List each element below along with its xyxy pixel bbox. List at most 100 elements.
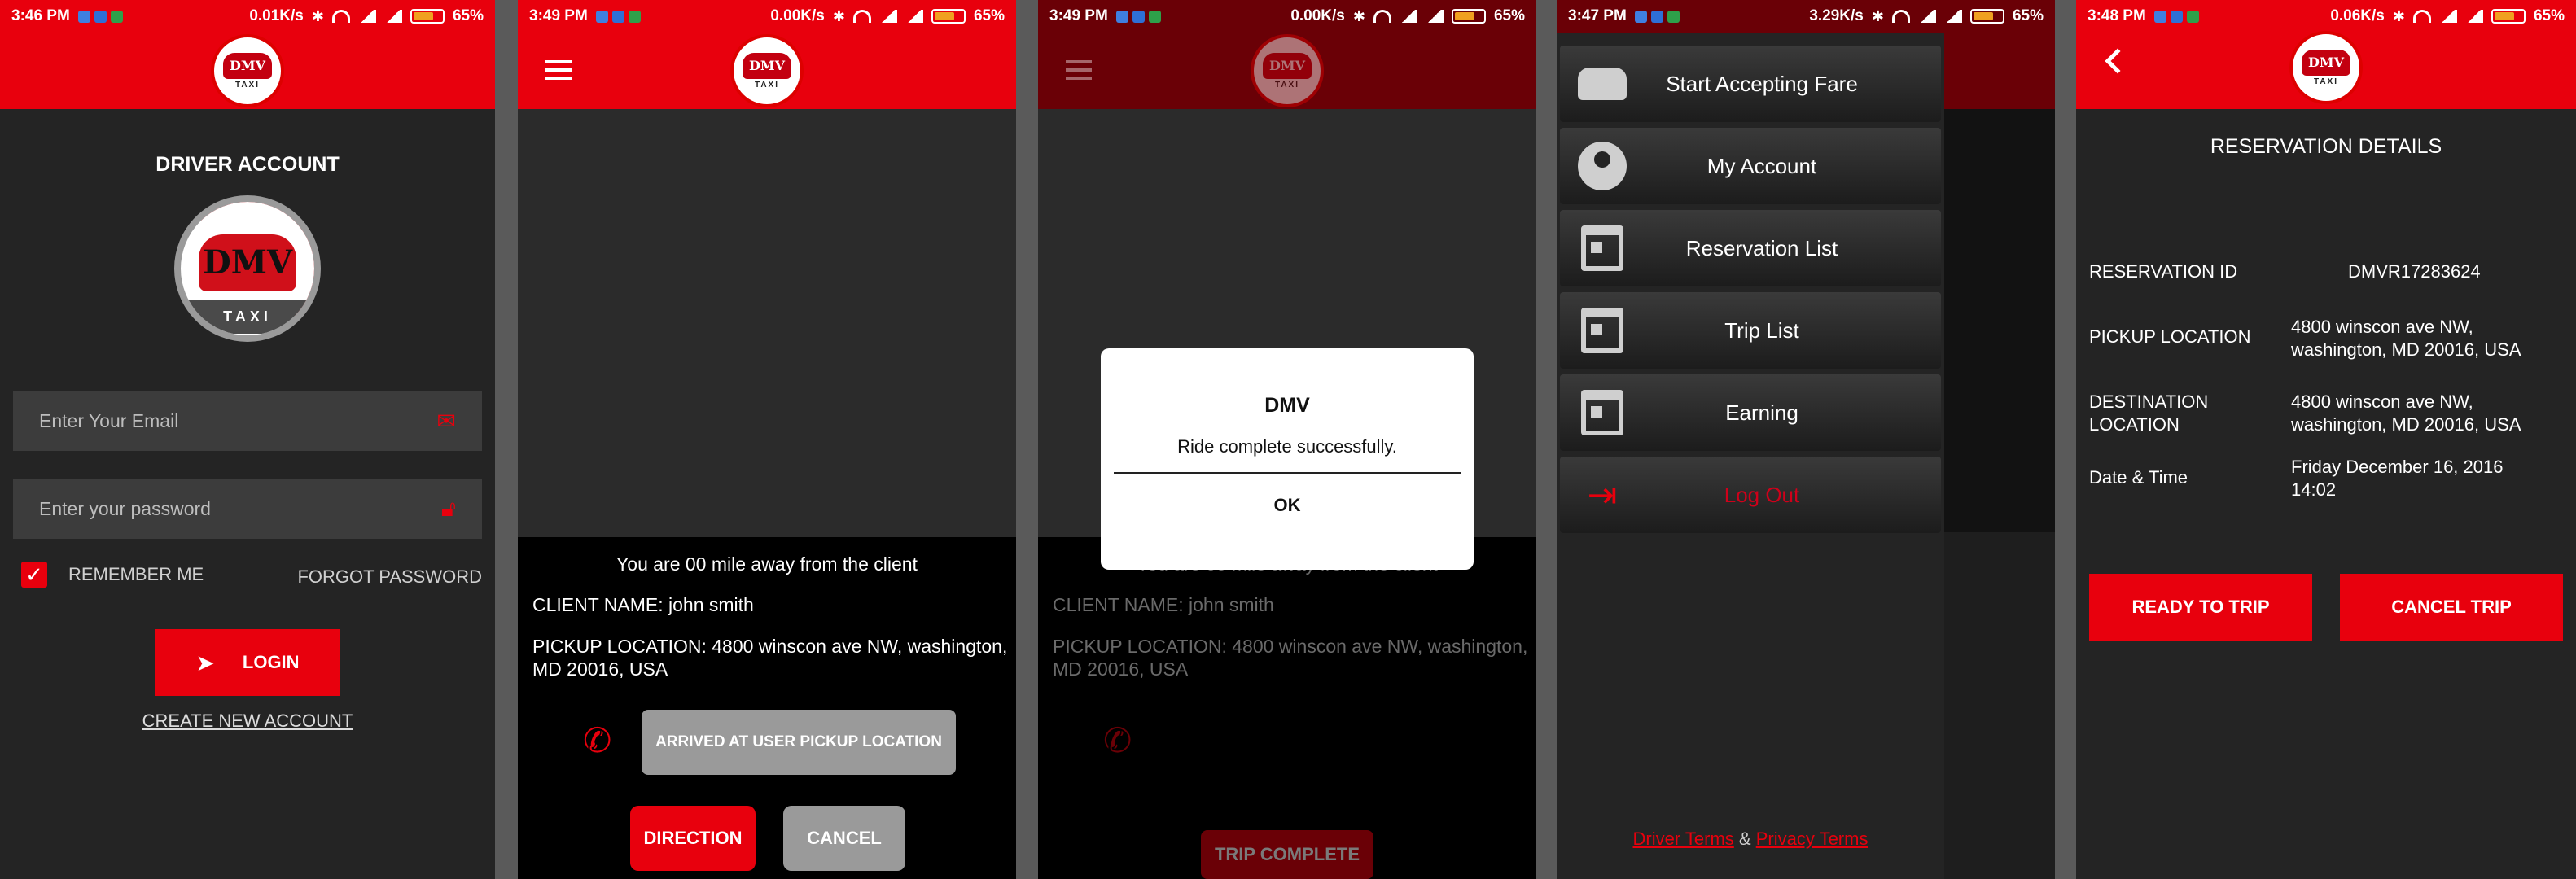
- create-account-link[interactable]: CREATE NEW ACCOUNT: [0, 711, 495, 732]
- email-field[interactable]: Enter Your Email ✉: [13, 391, 482, 451]
- signal-icon: [2464, 10, 2483, 23]
- page-title: DRIVER ACCOUNT: [156, 153, 340, 176]
- screen-drawer: 3:47 PM 3.29K/s ✱ 65% Start Accepting Fa…: [1557, 0, 2055, 879]
- notification-icons: [2153, 10, 2199, 23]
- signal-icon: [1917, 10, 1936, 23]
- forgot-password-link[interactable]: FORGOT PASSWORD: [297, 566, 482, 588]
- status-bar: 3:49 PM 0.00K/s ✱ 65%: [529, 7, 1005, 24]
- divider: [1114, 472, 1461, 474]
- terms-links: Driver Terms & Privacy Terms: [1632, 829, 1868, 849]
- ready-to-trip-button[interactable]: READY TO TRIP: [2089, 574, 2312, 641]
- trip-complete-button: TRIP COMPLETE: [1201, 830, 1373, 879]
- client-name: CLIENT NAME: john smith: [1053, 594, 1274, 615]
- menu-item-start-accepting-fare[interactable]: Start Accepting Fare: [1560, 46, 1941, 122]
- app-logo: DMV TAXI: [730, 34, 804, 107]
- status-bar: 3:47 PM 3.29K/s ✱ 65%: [1568, 7, 2044, 24]
- bluetooth-icon: ✱: [1352, 7, 1365, 24]
- pickup-location: PICKUP LOCATION: 4800 winscon ave NW, wa…: [1053, 636, 1528, 680]
- arrived-button[interactable]: ARRIVED AT USER PICKUP LOCATION: [642, 710, 956, 775]
- date-time-value: Friday December 16, 2016 14:02: [2291, 457, 2504, 500]
- status-bar: 3:48 PM 0.06K/s ✱ 65%: [2088, 7, 2565, 24]
- menu-item-log-out[interactable]: ⇥ Log Out: [1560, 457, 1941, 533]
- cancel-button[interactable]: CANCEL: [783, 806, 905, 871]
- navigation-drawer: Start Accepting Fare My Account Reservat…: [1557, 33, 1944, 879]
- menu-item-trip-list[interactable]: Trip List: [1560, 292, 1941, 369]
- app-logo: DMV TAXI: [211, 34, 284, 107]
- signal-icon: [905, 10, 923, 23]
- client-name: CLIENT NAME: john smith: [532, 594, 754, 615]
- distance-text: You are 00 mile away from the client: [616, 553, 918, 575]
- ok-button[interactable]: OK: [1101, 495, 1474, 516]
- calendar-icon: [1573, 383, 1632, 442]
- remember-me-checkbox[interactable]: ✓ REMEMBER ME: [21, 562, 204, 588]
- signal-icon: [2438, 10, 2457, 23]
- pickup-location: PICKUP LOCATION: 4800 winscon ave NW, wa…: [532, 636, 1008, 680]
- app-logo: DMV TAXI: [2289, 31, 2363, 104]
- status-bar: 3:49 PM 0.00K/s ✱ 65%: [1049, 7, 1525, 24]
- wifi-icon: [1373, 10, 1391, 23]
- cancel-trip-button[interactable]: CANCEL TRIP: [2340, 574, 2563, 641]
- notification-icons: [1634, 10, 1680, 23]
- signal-icon: [1943, 10, 1962, 23]
- back-icon[interactable]: [2105, 48, 2131, 74]
- screen-ride-complete: DMVTAXI 3:49 PM 0.00K/s ✱ 65% You are 00…: [1038, 0, 1536, 879]
- navigation-arrow-icon: ➤: [195, 649, 215, 676]
- bluetooth-icon: ✱: [1871, 7, 1884, 24]
- wifi-icon: [1891, 10, 1910, 23]
- driver-logo: DMV TAXI: [174, 195, 321, 342]
- dialog-message: Ride complete successfully.: [1177, 436, 1397, 457]
- destination-location-value: 4800 winscon ave NW, washington, MD 2001…: [2291, 391, 2521, 435]
- battery-icon: [1969, 9, 2004, 24]
- car-icon: [1573, 55, 1632, 113]
- trip-panel: You are 00 mile away from the client CLI…: [518, 537, 1016, 879]
- signal-icon: [878, 10, 897, 23]
- status-bar: 3:46 PM 0.01K/s ✱ 65%: [11, 7, 484, 24]
- phone-icon: ✆: [1103, 721, 1132, 759]
- account-icon: [1573, 137, 1632, 195]
- notification-icons: [595, 10, 641, 23]
- menu-item-reservation-list[interactable]: Reservation List: [1560, 210, 1941, 286]
- menu-item-my-account[interactable]: My Account: [1560, 128, 1941, 204]
- screen-pickup: DMV TAXI 3:49 PM 0.00K/s ✱ 65% You are 00…: [518, 0, 1016, 879]
- menu-icon[interactable]: [545, 60, 572, 80]
- privacy-terms-link[interactable]: Privacy Terms: [1756, 829, 1868, 849]
- direction-button[interactable]: DIRECTION: [630, 806, 756, 871]
- checkbox-checked-icon: ✓: [21, 562, 47, 588]
- date-time-label: Date & Time: [2089, 467, 2188, 488]
- dialog-title: DMV: [1264, 394, 1310, 417]
- pickup-location-label: PICKUP LOCATION: [2089, 326, 2251, 347]
- lock-icon: 🔓︎: [440, 495, 456, 521]
- page-title: RESERVATION DETAILS: [2210, 135, 2442, 158]
- bluetooth-icon: ✱: [2392, 7, 2405, 24]
- logout-icon: ⇥: [1587, 474, 1618, 515]
- menu-item-earning[interactable]: Earning: [1560, 374, 1941, 451]
- wifi-icon: [331, 10, 350, 23]
- mail-icon: ✉: [436, 408, 456, 434]
- phone-icon[interactable]: ✆: [583, 720, 619, 759]
- battery-icon: [410, 9, 445, 24]
- app-logo: DMV TAXI: [1251, 34, 1324, 107]
- notification-icons: [77, 10, 123, 23]
- signal-icon: [1399, 10, 1417, 23]
- screen-login: DMV TAXI 3:46 PM 0.01K/s ✱ 65% DRIVER ACC…: [0, 0, 495, 879]
- trip-panel: You are 00 mile away from the client CLI…: [1038, 537, 1536, 879]
- calendar-icon: [1573, 219, 1632, 278]
- driver-terms-link[interactable]: Driver Terms: [1633, 829, 1734, 849]
- reservation-id-label: RESERVATION ID: [2089, 261, 2238, 282]
- signal-icon: [1425, 10, 1444, 23]
- bluetooth-icon: ✱: [832, 7, 845, 24]
- wifi-icon: [2412, 10, 2431, 23]
- alert-dialog: DMV Ride complete successfully. OK: [1101, 348, 1474, 570]
- reservation-id-value: DMVR17283624: [2348, 261, 2481, 282]
- signal-icon: [383, 10, 402, 23]
- battery-icon: [931, 9, 966, 24]
- wifi-icon: [852, 10, 871, 23]
- bluetooth-icon: ✱: [311, 7, 324, 24]
- calendar-icon: [1573, 301, 1632, 360]
- password-field[interactable]: Enter your password 🔓︎: [13, 479, 482, 539]
- destination-location-label: DESTINATION LOCATION: [2089, 391, 2209, 435]
- login-button[interactable]: ➤ LOGIN: [155, 629, 340, 696]
- screen-reservation-details: DMV TAXI 3:48 PM 0.06K/s ✱ 65% RESERVATIO…: [2076, 0, 2576, 879]
- notification-icons: [1115, 10, 1161, 23]
- pickup-location-value: 4800 winscon ave NW, washington, MD 2001…: [2291, 317, 2521, 360]
